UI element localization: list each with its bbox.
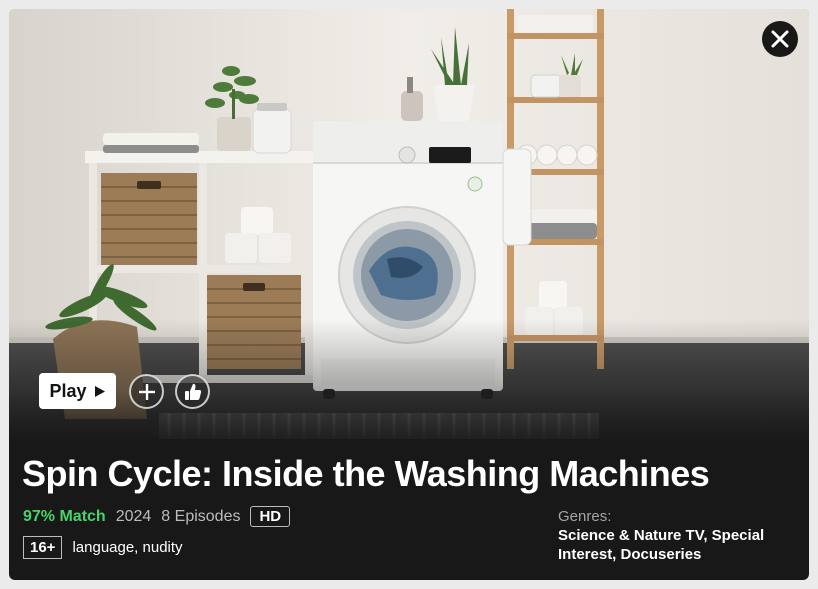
quality-badge: HD: [250, 506, 291, 527]
show-metadata: 97% Match 2024 8 Episodes HD: [23, 506, 291, 527]
hero-fade: [9, 319, 809, 439]
close-icon: [771, 30, 789, 48]
play-icon: [94, 385, 105, 397]
content-warnings: language, nudity: [72, 539, 183, 556]
genres-section: Genres: Science & Nature TV, Special Int…: [558, 507, 798, 564]
title-detail-modal: Play Spin Cycle: Inside the Washing Mach…: [9, 9, 809, 580]
genres-label: Genres:: [558, 508, 612, 525]
close-button[interactable]: [762, 21, 798, 57]
show-title: Spin Cycle: Inside the Washing Machines: [22, 453, 710, 494]
play-button-label: Play: [49, 380, 87, 401]
maturity-rating-badge: 16+: [23, 536, 63, 559]
genres-list: Science & Nature TV, Special Interest, D…: [558, 527, 765, 563]
plus-icon: [138, 383, 155, 400]
play-button[interactable]: Play: [39, 373, 116, 409]
maturity-rating: 16+ language, nudity: [23, 536, 183, 559]
like-button[interactable]: [175, 374, 210, 409]
episode-count: 8 Episodes: [161, 507, 241, 525]
add-to-list-button[interactable]: [129, 374, 164, 409]
thumbs-up-icon: [184, 383, 201, 400]
match-score: 97% Match: [23, 507, 106, 525]
release-year: 2024: [115, 507, 152, 525]
hero-image: [9, 9, 809, 439]
